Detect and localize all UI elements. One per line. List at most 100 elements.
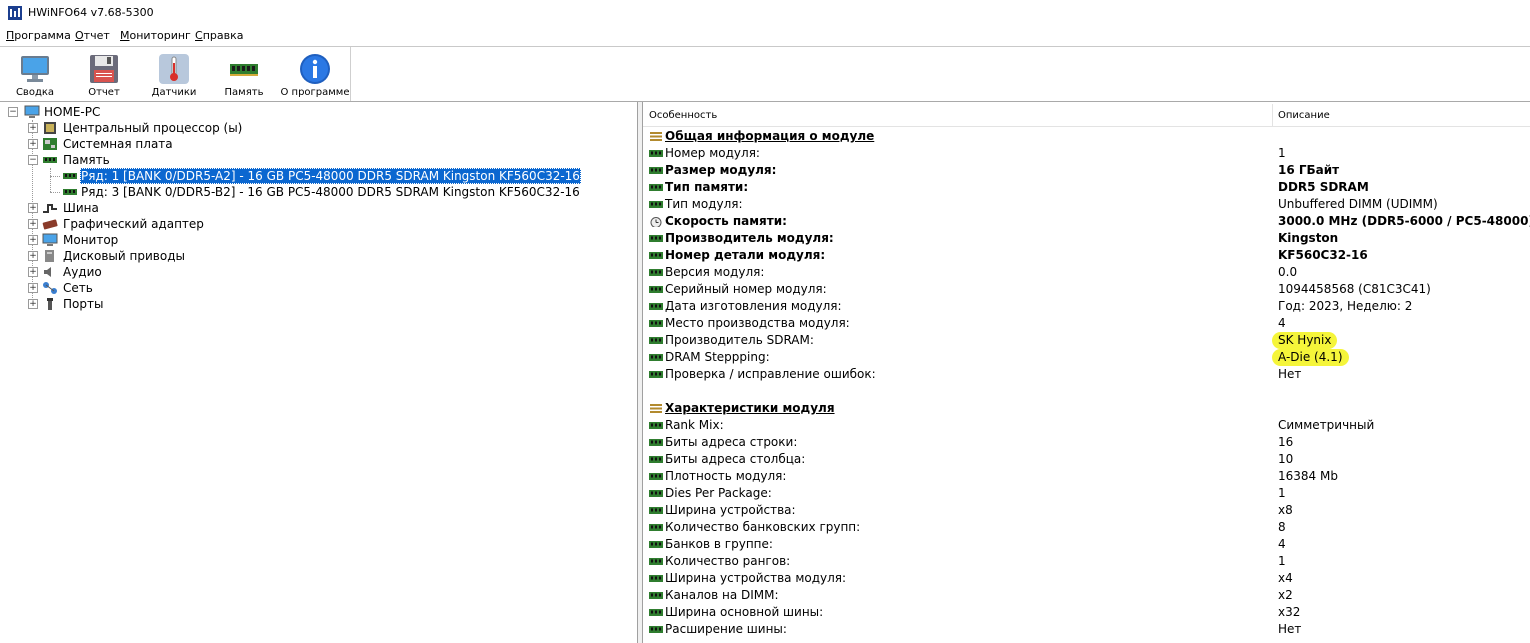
detail-label: Версия модуля: xyxy=(665,265,765,279)
tree-node-cpu[interactable]: + Центральный процессор (ы) xyxy=(28,120,428,136)
menu-help-label: правка xyxy=(202,29,244,42)
tree-node-slot1[interactable]: Ряд: 1 [BANK 0/DDR5-A2] - 16 GB PC5-4800… xyxy=(60,168,581,184)
detail-row[interactable]: Место производства модуля: 4 xyxy=(643,315,1530,332)
tree-node-ports[interactable]: + Порты xyxy=(28,296,428,312)
detail-row[interactable]: DRAM Steppping: A-Die (4.1) xyxy=(643,349,1530,366)
menu-help[interactable]: Справка xyxy=(195,29,243,43)
detail-row[interactable]: Версия модуля: 0.0 xyxy=(643,264,1530,281)
detail-value: 16 ГБайт xyxy=(1278,163,1340,177)
detail-value: Год: 2023, Неделю: 2 xyxy=(1278,299,1413,313)
detail-row[interactable]: Количество банковских групп: 8 xyxy=(643,519,1530,536)
tree-node-slot3[interactable]: Ряд: 3 [BANK 0/DDR5-B2] - 16 GB PC5-4800… xyxy=(60,184,580,200)
ram-row-icon xyxy=(649,370,663,379)
detail-row[interactable]: Производитель модуля: Kingston xyxy=(643,230,1530,247)
sensors-button[interactable]: Датчики xyxy=(143,47,203,101)
monitor-icon xyxy=(42,233,58,246)
tree-node-memory[interactable]: − Память xyxy=(28,152,428,168)
expand-icon[interactable]: + xyxy=(28,283,38,293)
detail-label: Проверка / исправление ошибок: xyxy=(665,367,876,381)
expand-icon[interactable]: + xyxy=(28,123,38,133)
tree-node-audio[interactable]: + Аудио xyxy=(28,264,428,280)
detail-row[interactable]: Каналов на DIMM: x2 xyxy=(643,587,1530,604)
speaker-icon xyxy=(44,267,51,277)
detail-row[interactable]: Rank Mix: Симметричный xyxy=(643,417,1530,434)
monitor-summary-icon xyxy=(21,56,49,82)
detail-value: 10 xyxy=(1278,452,1294,466)
detail-row[interactable]: Плотность модуля: 16384 Mb xyxy=(643,468,1530,485)
detail-row[interactable]: Серийный номер модуля: 1094458568 (C81C3C… xyxy=(643,281,1530,298)
tree-node-network[interactable]: + Сеть xyxy=(28,280,428,296)
detail-row[interactable]: Dies Per Package: 1 xyxy=(643,485,1530,502)
tree-node-gpu[interactable]: + Графический адаптер xyxy=(28,216,428,232)
detail-row[interactable]: Тип памяти: DDR5 SDRAM xyxy=(643,179,1530,196)
detail-row[interactable]: Проверка / исправление ошибок: Нет xyxy=(643,366,1530,383)
ram-row-icon xyxy=(649,183,663,192)
tree-ports-label: Порты xyxy=(63,297,104,311)
section-characteristics-label: Характеристики модуля xyxy=(665,401,835,415)
detail-value: 4 xyxy=(1278,316,1286,330)
memory-button[interactable]: Память xyxy=(213,47,273,101)
detail-value: KF560C32-16 xyxy=(1278,248,1368,262)
expand-icon[interactable]: + xyxy=(28,267,38,277)
detail-row[interactable]: Биты адреса столбца: 10 xyxy=(643,451,1530,468)
ram-row-icon xyxy=(649,200,663,209)
menu-monitoring-accel: М xyxy=(120,29,130,42)
detail-row[interactable]: Номер модуля: 1 xyxy=(643,145,1530,162)
detail-row[interactable]: Скорость памяти: 3000.0 MHz (DDR5-6000 / … xyxy=(643,213,1530,230)
details-header: Особенность Описание xyxy=(643,104,1530,127)
ram-row-icon xyxy=(649,166,663,175)
tree-node-monitor[interactable]: + Монитор xyxy=(28,232,428,248)
detail-label: Каналов на DIMM: xyxy=(665,588,779,602)
tree-node-drives[interactable]: + Дисковый приводы xyxy=(28,248,428,264)
device-tree[interactable]: − HOME-PC + Центральный процессор (ы) + … xyxy=(0,102,638,643)
menu-program[interactable]: Программа xyxy=(6,29,71,43)
detail-row[interactable]: Количество рангов: 1 xyxy=(643,553,1530,570)
about-button-label: О программе xyxy=(280,87,350,98)
summary-button[interactable]: Сводка xyxy=(4,47,64,101)
expand-icon[interactable]: + xyxy=(28,203,38,213)
ram-row-icon xyxy=(649,472,663,481)
detail-row[interactable]: Ширина устройства модуля: x4 xyxy=(643,570,1530,587)
column-separator[interactable] xyxy=(1272,104,1273,126)
expand-icon[interactable]: + xyxy=(28,251,38,261)
detail-row[interactable]: Расширение шины: Нет xyxy=(643,621,1530,638)
tree-board-label: Системная плата xyxy=(63,137,173,151)
detail-row[interactable]: Биты адреса строки: 16 xyxy=(643,434,1530,451)
detail-label: Тип памяти: xyxy=(665,180,749,194)
detail-row[interactable]: Ширина устройства: x8 xyxy=(643,502,1530,519)
detail-value: DDR5 SDRAM xyxy=(1278,180,1369,194)
detail-row[interactable]: Ширина основной шины: x32 xyxy=(643,604,1530,621)
expand-icon[interactable]: + xyxy=(28,139,38,149)
report-button[interactable]: Отчет xyxy=(73,47,133,101)
column-header-description[interactable]: Описание xyxy=(1278,109,1330,123)
menu-monitoring-label: ониторинг xyxy=(129,29,191,42)
detail-row[interactable]: Тип модуля: Unbuffered DIMM (UDIMM) xyxy=(643,196,1530,213)
menu-report[interactable]: Отчет xyxy=(75,29,110,43)
detail-row[interactable]: Производитель SDRAM: SK Hynix xyxy=(643,332,1530,349)
tree-node-motherboard[interactable]: + Системная плата xyxy=(28,136,428,152)
tree-node-root[interactable]: − HOME-PC xyxy=(8,104,308,120)
memory-button-label: Память xyxy=(224,87,264,98)
collapse-icon[interactable]: − xyxy=(28,155,38,165)
clock-icon xyxy=(649,217,663,227)
detail-label: Размер модуля: xyxy=(665,163,777,177)
expand-icon[interactable]: + xyxy=(28,235,38,245)
about-button[interactable]: О программе xyxy=(280,47,350,101)
detail-row[interactable]: Размер модуля: 16 ГБайт xyxy=(643,162,1530,179)
ram-row-icon xyxy=(649,574,663,583)
detail-row[interactable]: Банков в группе: 4 xyxy=(643,536,1530,553)
ram-icon xyxy=(63,189,77,195)
ram-row-icon xyxy=(649,421,663,430)
column-header-feature[interactable]: Особенность xyxy=(649,109,717,123)
expand-icon[interactable]: + xyxy=(28,219,38,229)
detail-value: 16384 Mb xyxy=(1278,469,1338,483)
collapse-icon[interactable]: − xyxy=(8,107,18,117)
expand-icon[interactable]: + xyxy=(28,299,38,309)
menu-monitoring[interactable]: Мониторинг xyxy=(120,29,191,43)
tree-node-bus[interactable]: + Шина xyxy=(28,200,428,216)
detail-row[interactable]: Дата изготовления модуля: Год: 2023, Неде… xyxy=(643,298,1530,315)
network-icon xyxy=(43,282,57,294)
detail-row[interactable]: Номер детали модуля: KF560C32-16 xyxy=(643,247,1530,264)
disk-drive-icon xyxy=(45,250,54,262)
ram-row-icon xyxy=(649,608,663,617)
